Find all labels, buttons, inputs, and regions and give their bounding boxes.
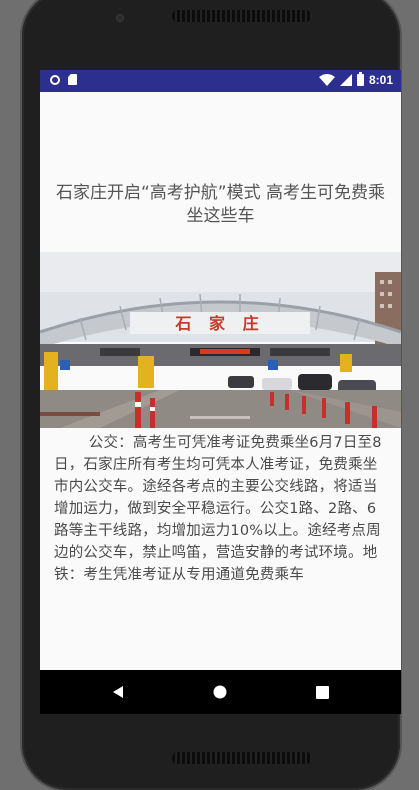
recents-icon[interactable] [312,682,332,702]
battery-icon [356,72,364,86]
device-screen: 8:01 石家庄开启“高考护航”模式 高考生可免费乘坐这些车 石 家 庄 公交：… [40,70,401,714]
back-icon[interactable] [108,682,128,702]
article-photo[interactable]: 石 家 庄 [40,252,401,428]
ring-icon [50,74,60,85]
top-speaker-grill [172,10,312,22]
bottom-speaker-grill [172,752,312,764]
sd-card-icon [68,74,77,85]
signal-icon [339,74,352,86]
article-body: 公交：高考生可凭准考证免费乘坐6月7日至8日，石家庄所有考生均可凭本人准考证，免… [54,435,382,583]
status-clock: 8:01 [368,73,393,87]
wifi-icon [318,74,335,86]
article-content[interactable]: 石家庄开启“高考护航”模式 高考生可免费乘坐这些车 石 家 庄 公交：高考生可凭… [40,92,401,670]
toll-gate-photo: 石 家 庄 [40,252,401,428]
camera-dot [116,14,124,22]
article-title: 石家庄开启“高考护航”模式 高考生可免费乘坐这些车 [55,183,386,226]
toll-sign-text: 石 家 庄 [174,314,264,333]
navigation-bar [40,670,401,714]
home-icon[interactable] [210,682,230,702]
status-bar: 8:01 [40,70,401,92]
